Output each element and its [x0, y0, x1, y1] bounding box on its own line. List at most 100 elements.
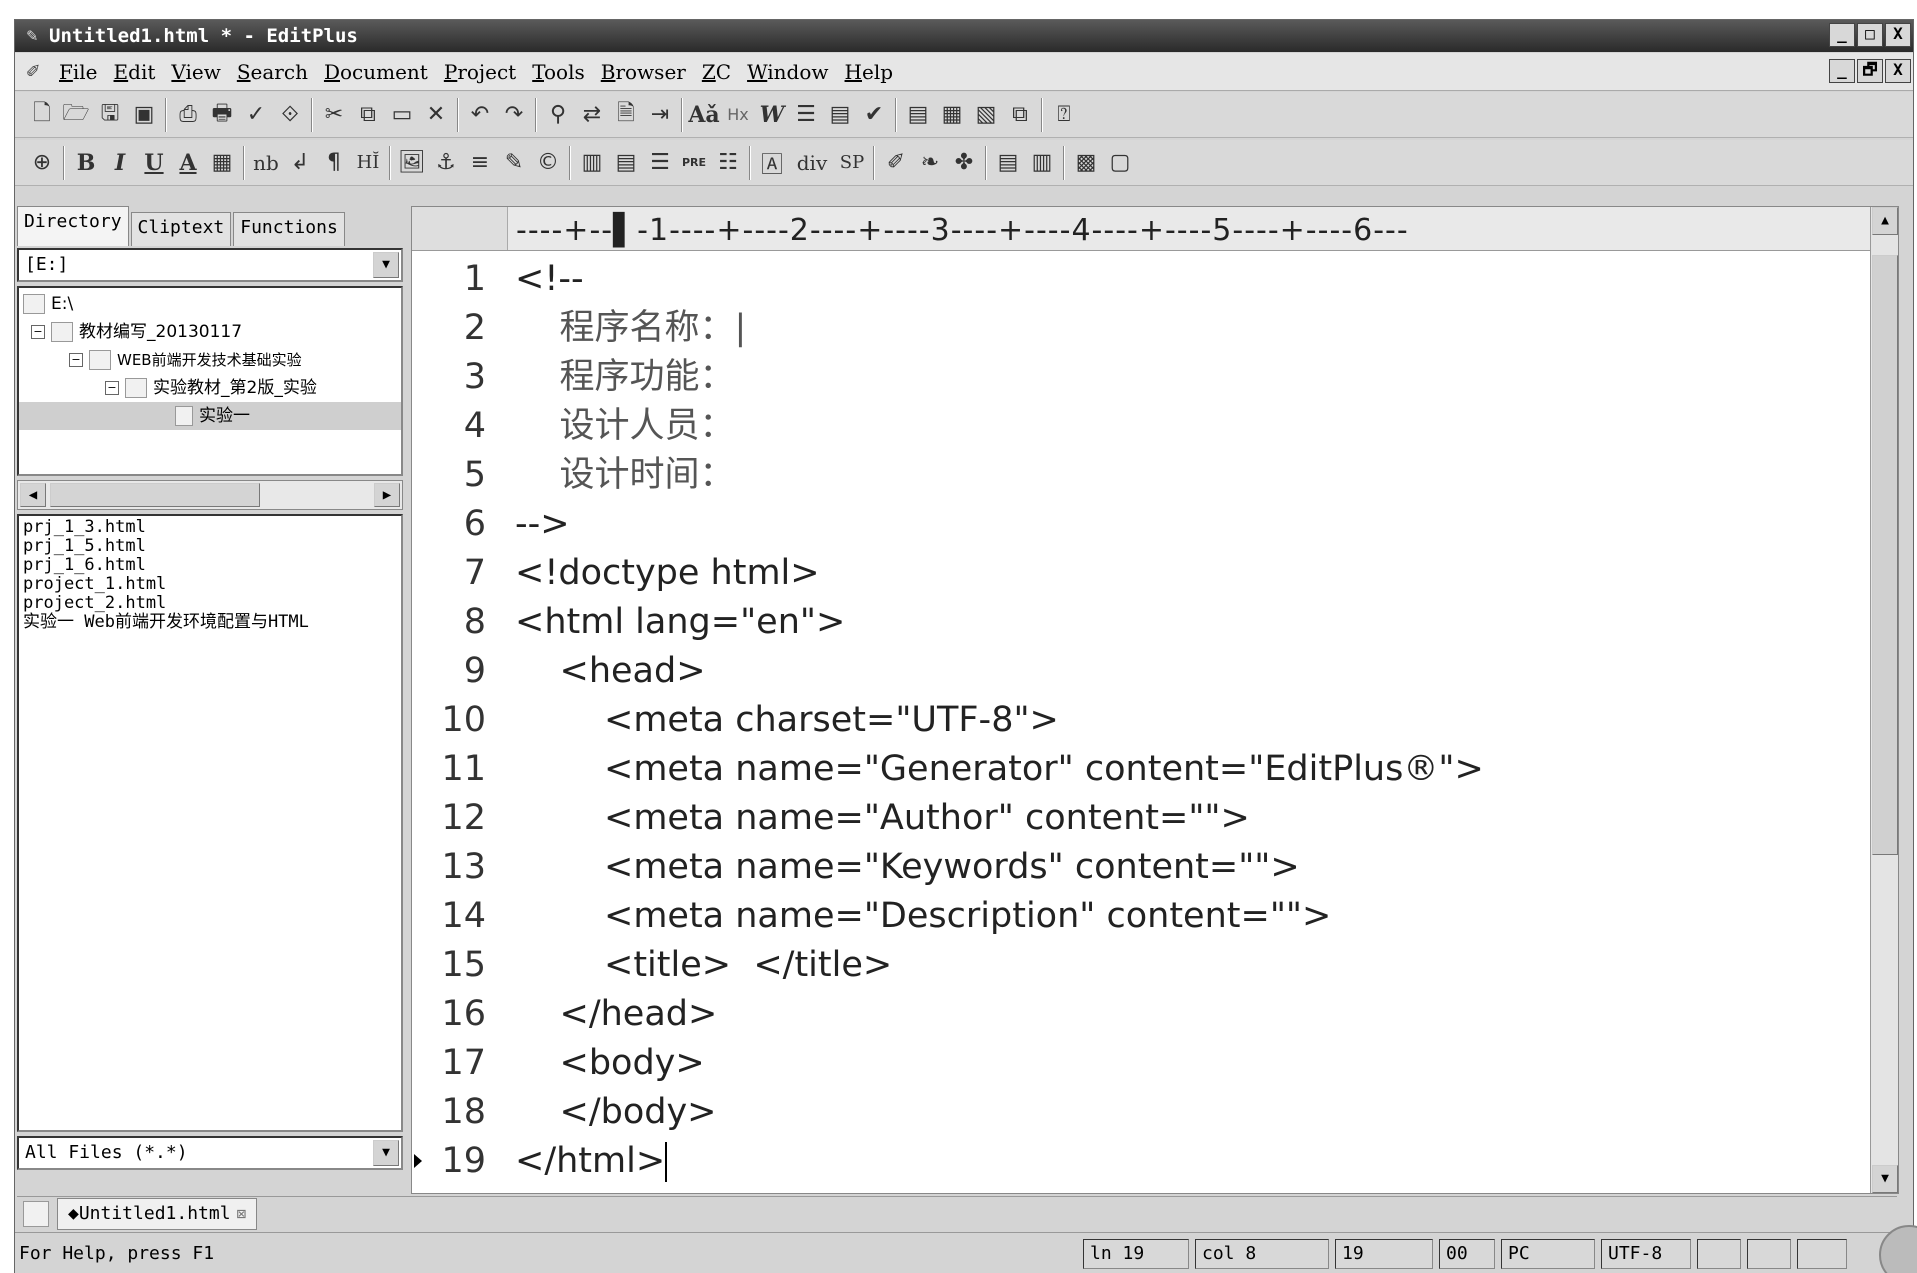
code-line[interactable]: 8 <html lang="en">	[412, 598, 1898, 647]
table-insert-icon[interactable]: ▥	[575, 146, 609, 180]
tree-horizontal-scrollbar[interactable]: ◀ ▶	[17, 480, 403, 510]
cut-icon[interactable]: ✂	[317, 98, 351, 132]
close-icon[interactable]: ⊠	[237, 1204, 247, 1223]
menu-tools[interactable]: Tools	[524, 60, 593, 84]
code-line[interactable]: 6 -->	[412, 500, 1898, 549]
browser-icon[interactable]: ⊕	[25, 146, 59, 180]
code-line[interactable]: 14 <meta name="Description" content="">	[412, 892, 1898, 941]
menu-project[interactable]: Project	[436, 60, 524, 84]
line-break-button[interactable]: ↲	[283, 146, 317, 180]
tab-functions[interactable]: Functions	[233, 212, 345, 246]
menu-search[interactable]: Search	[229, 60, 316, 84]
save-icon[interactable]: 🖫	[93, 98, 127, 132]
code-line[interactable]: 15 <title> </title>	[412, 941, 1898, 990]
scroll-left-icon[interactable]: ◀	[20, 483, 46, 507]
open-folder-icon[interactable]: 🗁	[59, 98, 93, 132]
minimize-button[interactable]: _	[1829, 23, 1855, 47]
code-line[interactable]: 16 </head>	[412, 990, 1898, 1039]
doc-close-button[interactable]: X	[1885, 59, 1911, 83]
code-line[interactable]: 5 设计时间：	[412, 451, 1898, 500]
help-icon[interactable]: ⍰	[1047, 98, 1081, 132]
italic-button[interactable]: I	[103, 146, 137, 180]
scroll-right-icon[interactable]: ▶	[374, 483, 400, 507]
table-icon[interactable]: ▦	[205, 146, 239, 180]
close-button[interactable]: X	[1885, 23, 1911, 47]
document-icon[interactable]: ▦	[935, 98, 969, 132]
file-item[interactable]: prj_1_3.html	[23, 518, 397, 537]
maximize-button[interactable]: □	[1857, 23, 1883, 47]
code-line[interactable]: 7 <!doctype html>	[412, 549, 1898, 598]
bold-button[interactable]: B	[69, 146, 103, 180]
code-line[interactable]: 19 </html>	[412, 1137, 1898, 1186]
text-box-icon[interactable]: 🄰	[755, 146, 789, 180]
script-icon[interactable]: ✐	[879, 146, 913, 180]
output-icon[interactable]: ▧	[969, 98, 1003, 132]
menu-document[interactable]: Document	[316, 60, 436, 84]
file-item[interactable]: project_1.html	[23, 575, 397, 594]
scroll-thumb[interactable]	[50, 483, 260, 507]
find-in-files-icon[interactable]: 🗎	[609, 98, 643, 132]
replace-icon[interactable]: ⇄	[575, 98, 609, 132]
menu-window[interactable]: Window	[739, 60, 836, 84]
style-icon[interactable]: ❧	[913, 146, 947, 180]
paragraph-button[interactable]: ¶	[317, 146, 351, 180]
span-button[interactable]: SP	[835, 146, 869, 180]
pencil-icon[interactable]: ✎	[497, 146, 531, 180]
collapse-icon[interactable]: −	[69, 353, 83, 367]
font-color-button[interactable]: A	[171, 146, 205, 180]
code-line[interactable]: 4 设计人员：	[412, 402, 1898, 451]
code-line[interactable]: 9 <head>	[412, 647, 1898, 696]
code-line[interactable]: 3 程序功能：	[412, 353, 1898, 402]
restore-icon[interactable]: ⧉	[1003, 98, 1037, 132]
code-line[interactable]: 12 <meta name="Author" content="">	[412, 794, 1898, 843]
nbsp-button[interactable]: nb	[249, 146, 283, 180]
scroll-down-icon[interactable]: ▼	[1872, 1165, 1898, 1193]
menu-help[interactable]: Help	[837, 60, 902, 84]
code-line[interactable]: 13 <meta name="Keywords" content="">	[412, 843, 1898, 892]
menu-file[interactable]: File	[51, 60, 106, 84]
file-item[interactable]: prj_1_5.html	[23, 537, 397, 556]
goto-icon[interactable]: ⇥	[643, 98, 677, 132]
code-line[interactable]: 11 <meta name="Generator" content="EditP…	[412, 745, 1898, 794]
chevron-down-icon[interactable]: ▼	[373, 1140, 399, 1166]
check-icon[interactable]: ✔	[857, 98, 891, 132]
preview-icon[interactable]: ▩	[1069, 146, 1103, 180]
line-number-icon[interactable]: ☰	[789, 98, 823, 132]
tree-node-textbook[interactable]: − 教材编写_20130117	[31, 318, 242, 346]
code-icon[interactable]: ⟐	[273, 98, 307, 132]
hr-icon[interactable]: ≡	[463, 146, 497, 180]
form-icon[interactable]: ▤	[609, 146, 643, 180]
new-file-icon[interactable]: 🗋	[25, 98, 59, 132]
scroll-thumb[interactable]	[1872, 255, 1898, 855]
pre-icon[interactable]: PRE	[677, 146, 711, 180]
file-filter-select[interactable]: All Files (*.*) ▼	[17, 1136, 403, 1170]
tab-cliptext[interactable]: Cliptext	[130, 212, 232, 246]
print-preview-icon[interactable]: ⎙	[171, 98, 205, 132]
tree-node-lab-textbook[interactable]: − 实验教材_第2版_实验	[105, 374, 317, 402]
column-icon[interactable]: ▤	[823, 98, 857, 132]
window-icon[interactable]: ▤	[901, 98, 935, 132]
code-line[interactable]: 10 <meta charset="UTF-8">	[412, 696, 1898, 745]
underline-button[interactable]: U	[137, 146, 171, 180]
spell-check-icon[interactable]: ✓	[239, 98, 273, 132]
find-icon[interactable]: ⚲	[541, 98, 575, 132]
file-item[interactable]: 实验一 Web前端开发环境配置与HTML	[23, 613, 397, 632]
layout-icon[interactable]: ▤	[991, 146, 1025, 180]
menu-view[interactable]: View	[163, 60, 228, 84]
file-item[interactable]: prj_1_6.html	[23, 556, 397, 575]
scroll-up-icon[interactable]: ▲	[1872, 207, 1898, 235]
doc-minimize-button[interactable]: _	[1829, 59, 1855, 83]
paste-icon[interactable]: ▭	[385, 98, 419, 132]
menu-browser[interactable]: Browser	[593, 60, 694, 84]
editor-vertical-scrollbar[interactable]: ▲ ▼	[1870, 207, 1898, 1193]
collapse-icon[interactable]: −	[31, 325, 45, 339]
frame-icon[interactable]: ▥	[1025, 146, 1059, 180]
undo-icon[interactable]: ↶	[463, 98, 497, 132]
anchor-icon[interactable]: ⚓	[429, 146, 463, 180]
align-icon[interactable]: ☰	[643, 146, 677, 180]
div-button[interactable]: div	[789, 146, 835, 180]
color-icon[interactable]: ✤	[947, 146, 981, 180]
doc-restore-button[interactable]: 🗗	[1857, 59, 1883, 83]
tree-node-root[interactable]: E:\	[23, 290, 73, 318]
code-line[interactable]: 17 <body>	[412, 1039, 1898, 1088]
